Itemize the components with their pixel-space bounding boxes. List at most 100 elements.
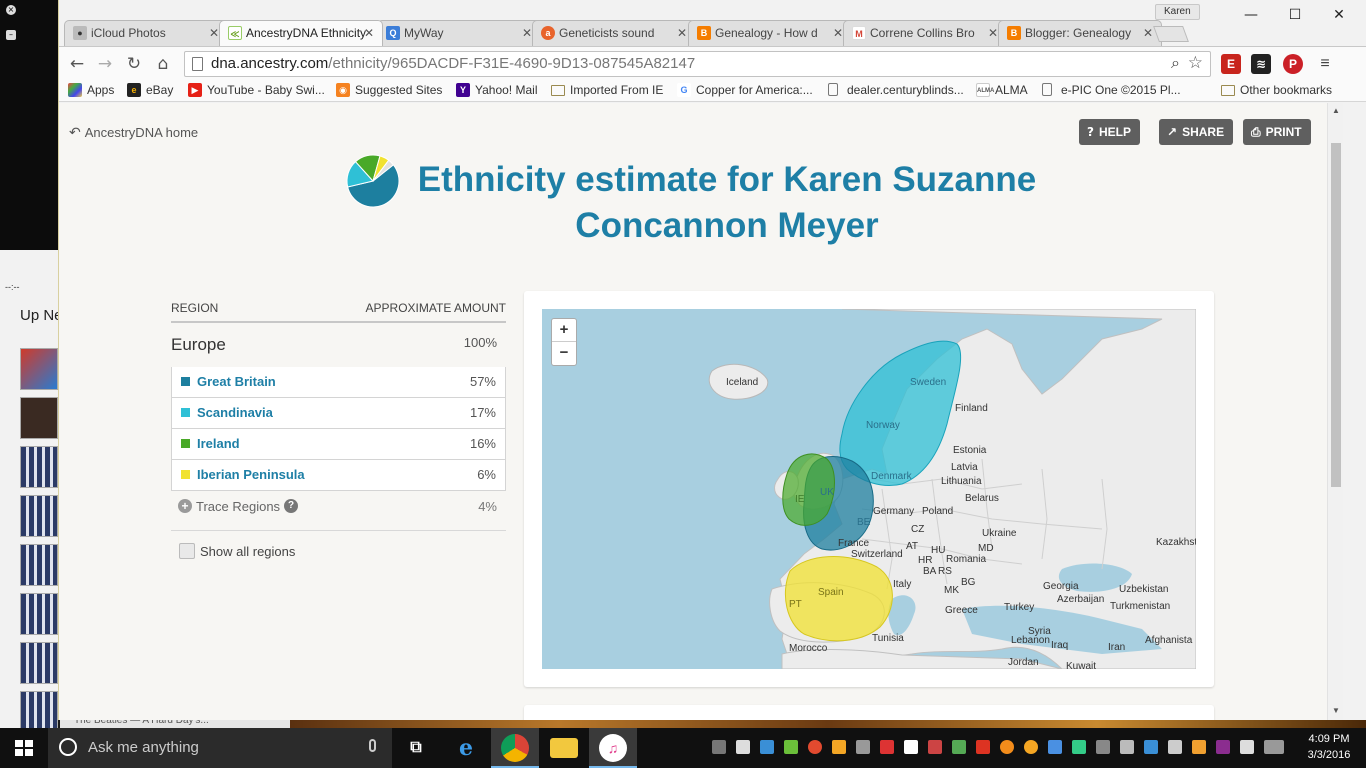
- action-center-icon[interactable]: [1240, 740, 1254, 754]
- playlist-thumbnail[interactable]: [20, 691, 58, 728]
- task-view-button[interactable]: ⧉: [392, 728, 440, 768]
- adobe-icon[interactable]: [976, 740, 990, 754]
- show-all-regions-toggle[interactable]: Show all regions: [171, 531, 506, 571]
- chrome-taskbar-button[interactable]: [491, 728, 539, 768]
- windows-start-icon[interactable]: [15, 740, 33, 756]
- help-question-icon[interactable]: ?: [284, 499, 298, 513]
- tray-icon[interactable]: [832, 740, 846, 754]
- bookmark-youtube[interactable]: ▶ YouTube - Baby Swi...: [188, 80, 325, 102]
- extension-pinterest-icon[interactable]: P: [1283, 54, 1303, 74]
- region-name[interactable]: Ireland: [197, 436, 240, 451]
- region-row-great-britain[interactable]: Great Britain 57%: [171, 367, 506, 398]
- bluetooth-icon[interactable]: [1048, 740, 1062, 754]
- zoom-magnifier-icon[interactable]: ⌕: [1171, 53, 1180, 73]
- share-button[interactable]: ↗ SHARE: [1159, 119, 1234, 145]
- bookmark-yahoo-mail[interactable]: Y Yahoo! Mail: [456, 80, 537, 102]
- microphone-icon[interactable]: [369, 739, 376, 752]
- scroll-down-icon[interactable]: ▼: [1332, 706, 1340, 715]
- back-button[interactable]: ←: [65, 52, 89, 76]
- show-all-checkbox[interactable]: [179, 543, 195, 559]
- bookmark-star-icon[interactable]: ☆: [1188, 53, 1203, 73]
- bookmark-ebay[interactable]: e eBay: [127, 80, 173, 102]
- playlist-thumbnail[interactable]: [20, 544, 58, 586]
- bookmark-copper[interactable]: G Copper for America:...: [677, 80, 813, 102]
- chrome-menu-icon[interactable]: ≡: [1315, 54, 1335, 74]
- tray-icon[interactable]: [760, 740, 774, 754]
- volume-icon[interactable]: [1168, 740, 1182, 754]
- help-button[interactable]: ? HELP: [1079, 119, 1140, 145]
- tray-icon[interactable]: [1144, 740, 1158, 754]
- address-bar[interactable]: dna.ancestry.com/ethnicity/965DACDF-F31E…: [184, 51, 1211, 77]
- tray-icon[interactable]: [808, 740, 822, 754]
- close-tab-icon[interactable]: ✕: [364, 21, 374, 45]
- zoom-out-button[interactable]: −: [552, 342, 576, 365]
- region-name[interactable]: Scandinavia: [197, 405, 273, 420]
- bookmark-alma[interactable]: ALMA ALMA: [976, 80, 1028, 102]
- playlist-thumbnail[interactable]: [20, 397, 58, 439]
- tab-icloud-photos[interactable]: ● iCloud Photos ✕: [64, 20, 228, 46]
- close-icon[interactable]: ×: [6, 5, 16, 15]
- tab-ancestrydna[interactable]: ≪ AncestryDNA Ethnicity ✕: [219, 20, 383, 46]
- home-button[interactable]: ⌂: [151, 52, 175, 76]
- ancestrydna-home-link[interactable]: ↶ AncestryDNA home: [69, 125, 198, 141]
- region-name[interactable]: Iberian Peninsula: [197, 467, 305, 482]
- page-info-icon[interactable]: [192, 57, 203, 71]
- show-all-label[interactable]: Show all regions: [200, 544, 295, 559]
- tray-icon[interactable]: [952, 740, 966, 754]
- bookmark-other-bookmarks[interactable]: Other bookmarks: [1221, 80, 1332, 102]
- reload-button[interactable]: ↻: [122, 52, 146, 76]
- bookmark-imported-from-ie[interactable]: Imported From IE: [551, 80, 663, 102]
- tray-icon[interactable]: [1072, 740, 1086, 754]
- cortana-search-box[interactable]: Ask me anything: [48, 728, 392, 768]
- playlist-thumbnail[interactable]: [20, 495, 58, 537]
- file-explorer-button[interactable]: [540, 728, 588, 768]
- scrollbar-thumb[interactable]: [1331, 143, 1341, 487]
- url-text[interactable]: dna.ancestry.com/ethnicity/965DACDF-F31E…: [211, 52, 695, 76]
- tab-myway[interactable]: Q MyWay ✕: [377, 20, 541, 46]
- trace-regions-row[interactable]: + Trace Regions ? 4%: [171, 491, 506, 531]
- tray-icon[interactable]: [1192, 740, 1206, 754]
- region-name[interactable]: Great Britain: [197, 374, 276, 389]
- tab-blogger[interactable]: B Blogger: Genealogy ✕: [998, 20, 1162, 46]
- close-window-icon[interactable]: ✕: [1317, 4, 1361, 26]
- tray-icon[interactable]: [1024, 740, 1038, 754]
- extension-layers-icon[interactable]: ≋: [1251, 54, 1271, 74]
- playlist-thumbnail[interactable]: [20, 348, 58, 390]
- tray-icon[interactable]: [856, 740, 870, 754]
- tray-icon[interactable]: [784, 740, 798, 754]
- dropbox-icon[interactable]: [904, 740, 918, 754]
- bookmark-century-blinds[interactable]: dealer.centuryblinds...: [828, 80, 964, 102]
- playlist-thumbnail[interactable]: [20, 642, 58, 684]
- new-tab-button[interactable]: [1153, 26, 1189, 42]
- playlist-thumbnail[interactable]: [20, 593, 58, 635]
- onedrive-icon[interactable]: [736, 740, 750, 754]
- page-scrollbar[interactable]: ▲ ▼: [1327, 103, 1343, 720]
- bookmark-apps[interactable]: Apps: [68, 80, 114, 102]
- region-row-iberian-peninsula[interactable]: Iberian Peninsula 6%: [171, 460, 506, 491]
- onenote-icon[interactable]: [1216, 740, 1230, 754]
- keyboard-icon[interactable]: [1264, 740, 1284, 754]
- zoom-in-button[interactable]: +: [552, 319, 576, 342]
- expand-plus-icon[interactable]: +: [178, 499, 192, 513]
- trace-regions-label[interactable]: Trace Regions: [196, 499, 280, 514]
- close-tab-icon[interactable]: ✕: [522, 21, 532, 45]
- tray-icon[interactable]: [880, 740, 894, 754]
- itunes-button[interactable]: ♫: [589, 728, 637, 768]
- system-clock[interactable]: 4:09 PM 3/3/2016: [1296, 731, 1362, 763]
- minimize-icon[interactable]: –: [6, 30, 16, 40]
- wifi-icon[interactable]: [1120, 740, 1134, 754]
- forward-button[interactable]: →: [93, 52, 117, 76]
- close-tab-icon[interactable]: ✕: [1143, 21, 1153, 45]
- region-row-scandinavia[interactable]: Scandinavia 17%: [171, 398, 506, 429]
- scroll-up-icon[interactable]: ▲: [1332, 106, 1340, 115]
- close-tab-icon[interactable]: ✕: [988, 21, 998, 45]
- close-tab-icon[interactable]: ✕: [677, 21, 687, 45]
- tab-gmail[interactable]: M Correne Collins Bro ✕: [843, 20, 1007, 46]
- extension-evernote-icon[interactable]: E: [1221, 54, 1241, 74]
- tray-icon[interactable]: [1096, 740, 1110, 754]
- profile-button[interactable]: Karen: [1155, 4, 1200, 20]
- region-row-ireland[interactable]: Ireland 16%: [171, 429, 506, 460]
- tray-icon[interactable]: [1000, 740, 1014, 754]
- close-tab-icon[interactable]: ✕: [209, 21, 219, 45]
- tray-icon[interactable]: [928, 740, 942, 754]
